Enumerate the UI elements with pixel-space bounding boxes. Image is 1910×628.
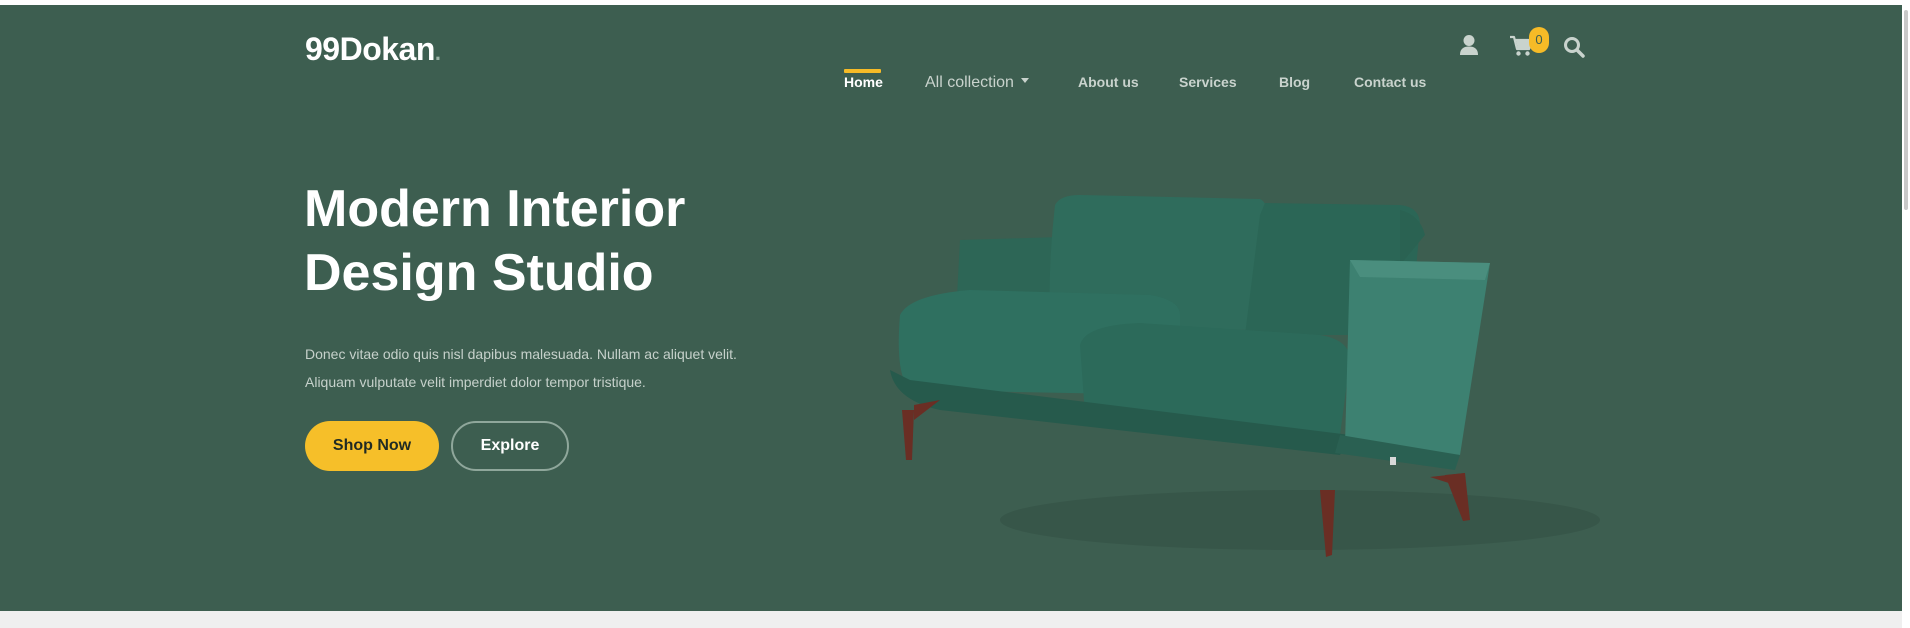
explore-button[interactable]: Explore — [451, 421, 569, 471]
nav-about-us[interactable]: About us — [1078, 74, 1139, 90]
description-line-1: Donec vitae odio quis nisl dapibus males… — [305, 346, 737, 362]
logo-text: 99Dokan — [305, 31, 435, 67]
hero-headline: Modern Interior Design Studio — [304, 177, 824, 305]
nav-contact-us[interactable]: Contact us — [1354, 74, 1426, 90]
site-logo[interactable]: 99Dokan. — [305, 31, 441, 68]
nav-all-collection[interactable]: All collection — [925, 74, 1029, 92]
scrollbar-thumb[interactable] — [1904, 10, 1908, 210]
hero-description: Donec vitae odio quis nisl dapibus males… — [305, 340, 785, 396]
nav-all-collection-label: All collection — [925, 74, 1014, 91]
nav-services[interactable]: Services — [1179, 74, 1237, 90]
chevron-down-icon — [1020, 78, 1029, 84]
sofa-image — [890, 195, 1600, 557]
description-line-2: Aliquam vulputate velit imperdiet dolor … — [305, 374, 646, 390]
active-nav-indicator — [844, 69, 881, 73]
nav-blog[interactable]: Blog — [1279, 74, 1310, 90]
headline-line-1: Modern Interior — [304, 180, 686, 238]
user-icon[interactable] — [1459, 34, 1479, 61]
cart-count-badge: 0 — [1529, 27, 1549, 53]
shop-now-button[interactable]: Shop Now — [305, 421, 439, 471]
headline-line-2: Design Studio — [304, 244, 654, 302]
nav-home[interactable]: Home — [844, 74, 883, 90]
page-bottom-band — [0, 611, 1902, 628]
logo-dot: . — [434, 40, 441, 65]
search-icon[interactable] — [1563, 36, 1585, 63]
hero-section: 99Dokan. Home All collection About us Se… — [0, 5, 1902, 611]
